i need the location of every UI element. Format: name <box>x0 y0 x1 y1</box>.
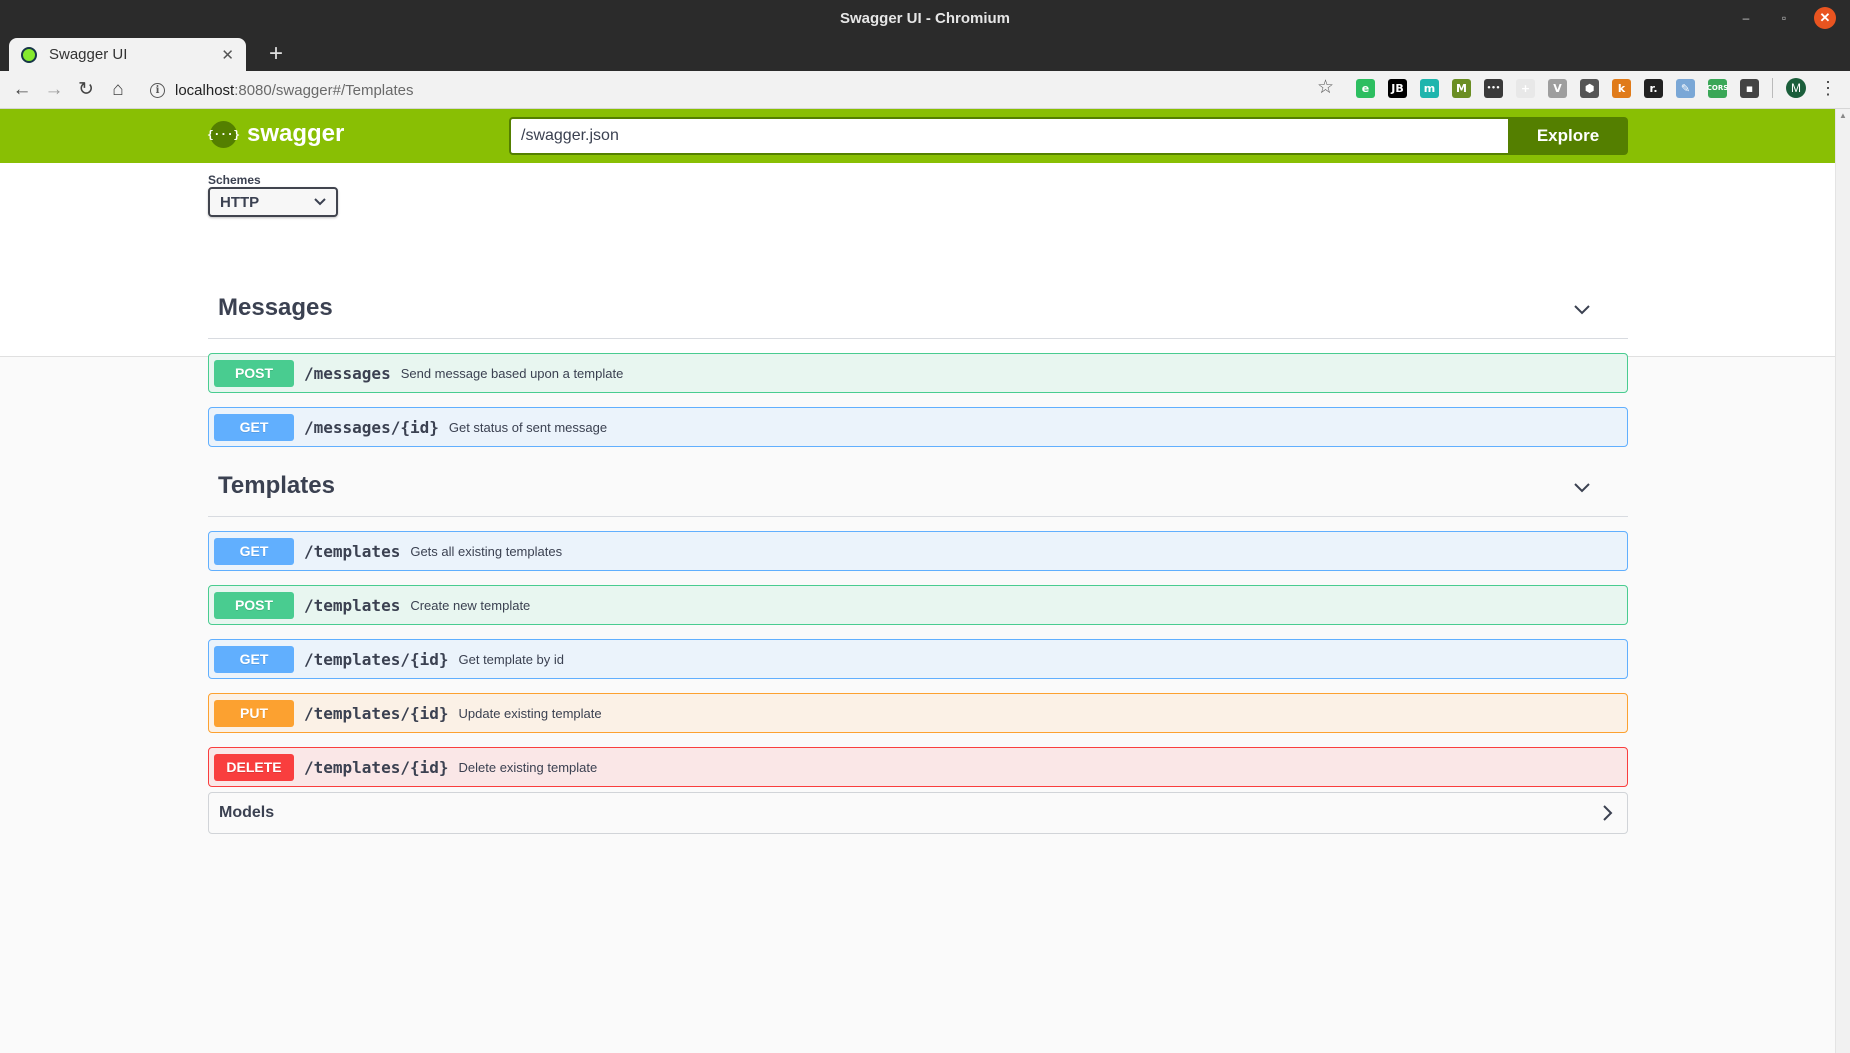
operation-path: /templates/{id} <box>304 757 449 777</box>
scroll-up-icon[interactable]: ▲ <box>1839 111 1847 120</box>
operation-summary: Delete existing template <box>458 759 598 775</box>
operation-path: /templates/{id} <box>304 649 449 669</box>
schemes-select[interactable]: HTTP <box>208 187 338 217</box>
maximize-icon[interactable]: ▫ <box>1776 10 1792 26</box>
operation-summary: Create new template <box>410 597 531 613</box>
operation-path: /messages <box>304 363 391 383</box>
operation-summary: Get template by id <box>458 651 565 667</box>
address-bar[interactable]: i localhost :8080/swagger#/Templates <box>140 75 1340 105</box>
new-tab-icon[interactable]: + <box>262 40 290 68</box>
tag-section-templates: Templates GET/templates Gets all existing … <box>208 455 1628 787</box>
chevron-down-icon[interactable] <box>1572 477 1592 497</box>
profile-avatar[interactable]: M <box>1786 78 1806 98</box>
minimize-icon[interactable]: – <box>1738 10 1754 26</box>
bookmark-star-icon[interactable]: ☆ <box>1317 76 1334 99</box>
reload-icon[interactable]: ↻ <box>70 74 102 106</box>
method-badge: POST <box>214 359 294 387</box>
models-title: Models <box>219 804 275 821</box>
hexagon-icon[interactable]: ⬢ <box>1580 78 1599 98</box>
jetbrains-icon[interactable]: JB <box>1388 78 1407 98</box>
shield-plus-icon[interactable]: + <box>1516 78 1535 98</box>
swagger-logo-icon: {···} <box>207 120 240 148</box>
url-host: localhost <box>175 81 235 99</box>
forward-icon[interactable]: → <box>38 74 70 106</box>
home-icon[interactable]: ⌂ <box>102 74 134 106</box>
cors-icon[interactable]: CORS <box>1707 78 1728 98</box>
swagger-logo-text: swagger <box>247 120 345 147</box>
operation-row[interactable]: GET/templates/{id} Get template by id <box>208 639 1628 679</box>
operation-summary: Update existing template <box>458 705 602 721</box>
swagger-logo[interactable]: {···} swagger <box>207 120 345 148</box>
tag-title: Messages <box>218 293 333 321</box>
operation-row[interactable]: POST/messages Send message based upon a t… <box>208 353 1628 393</box>
method-badge: POST <box>214 591 294 619</box>
operations-container: Messages POST/messages Send message based … <box>208 277 1628 795</box>
tab-title: Swagger UI <box>49 46 128 63</box>
browser-toolbar: ← → ↻ ⌂ i localhost :8080/swagger#/Templ… <box>0 71 1850 109</box>
operation-summary: Gets all existing templates <box>410 543 563 559</box>
browser-menu-icon[interactable]: ⋮ <box>1819 79 1837 97</box>
back-icon[interactable]: ← <box>6 74 38 106</box>
operation-path: /templates <box>304 541 401 561</box>
operation-row[interactable]: GET/messages/{id} Get status of sent mess… <box>208 407 1628 447</box>
operation-path: /messages/{id} <box>304 417 439 437</box>
close-window-icon[interactable]: ✕ <box>1814 7 1836 29</box>
k-icon[interactable]: k <box>1612 78 1631 98</box>
r-icon[interactable]: r. <box>1644 78 1663 98</box>
swagger-favicon-icon <box>21 46 37 63</box>
window-controls: – ▫ ✕ <box>1738 0 1836 36</box>
operation-row[interactable]: DELETE/templates/{id} Delete existing tem… <box>208 747 1628 787</box>
operation-row[interactable]: POST/templates Create new template <box>208 585 1628 625</box>
m-circle-icon[interactable]: m <box>1420 78 1439 98</box>
password-icon[interactable]: ••• <box>1484 78 1503 98</box>
tag-header[interactable]: Messages <box>208 277 1628 339</box>
extensions-bar: e JB m M ••• + V ⬢ k r. ✎ CORS ▪ M ⋮ <box>1356 78 1837 98</box>
tab-strip: Swagger UI ✕ + <box>0 36 1850 71</box>
tag-header[interactable]: Templates <box>208 455 1628 517</box>
swagger-topbar: {···} swagger Explore <box>0 109 1835 163</box>
operation-path: /templates <box>304 595 401 615</box>
feather-icon[interactable]: ✎ <box>1676 78 1695 98</box>
operation-row[interactable]: GET/templates Gets all existing templates <box>208 531 1628 571</box>
operation-summary: Get status of sent message <box>448 419 608 435</box>
operation-summary: Send message based upon a template <box>400 365 624 381</box>
url-path: :8080/swagger#/Templates <box>234 81 414 99</box>
method-badge: PUT <box>214 699 294 727</box>
schemes-value: HTTP <box>220 193 260 211</box>
toolbar-separator <box>1772 78 1773 98</box>
models-section[interactable]: Models <box>208 792 1628 834</box>
method-badge: GET <box>214 413 294 441</box>
vue-icon[interactable]: V <box>1548 78 1567 98</box>
site-info-icon[interactable]: i <box>150 82 165 98</box>
tab-close-icon[interactable]: ✕ <box>221 46 234 64</box>
operation-row[interactable]: PUT/templates/{id} Update existing templa… <box>208 693 1628 733</box>
chevron-right-icon[interactable] <box>1597 803 1617 823</box>
chevron-down-icon <box>314 195 326 209</box>
schemes-label: Schemes <box>208 173 261 187</box>
tag-section-messages: Messages POST/messages Send message based … <box>208 277 1628 447</box>
swagger-page: {···} swagger Explore Schemes HTTP Messa… <box>0 109 1835 1053</box>
explore-button[interactable]: Explore <box>1508 117 1628 155</box>
spec-url-input[interactable] <box>509 117 1508 155</box>
tab-swagger-ui[interactable]: Swagger UI ✕ <box>9 38 246 71</box>
save-icon[interactable]: ▪ <box>1740 78 1759 98</box>
m-square-icon[interactable]: M <box>1452 78 1471 98</box>
method-badge: GET <box>214 645 294 673</box>
evernote-icon[interactable]: e <box>1356 78 1375 98</box>
page-scrollbar[interactable]: ▲ <box>1835 109 1850 1053</box>
tag-title: Templates <box>218 471 335 499</box>
chevron-down-icon[interactable] <box>1572 299 1592 319</box>
window-titlebar: Swagger UI - Chromium – ▫ ✕ <box>0 0 1850 36</box>
operation-path: /templates/{id} <box>304 703 449 723</box>
window-title: Swagger UI - Chromium <box>839 9 1011 27</box>
method-badge: GET <box>214 537 294 565</box>
method-badge: DELETE <box>214 753 294 781</box>
